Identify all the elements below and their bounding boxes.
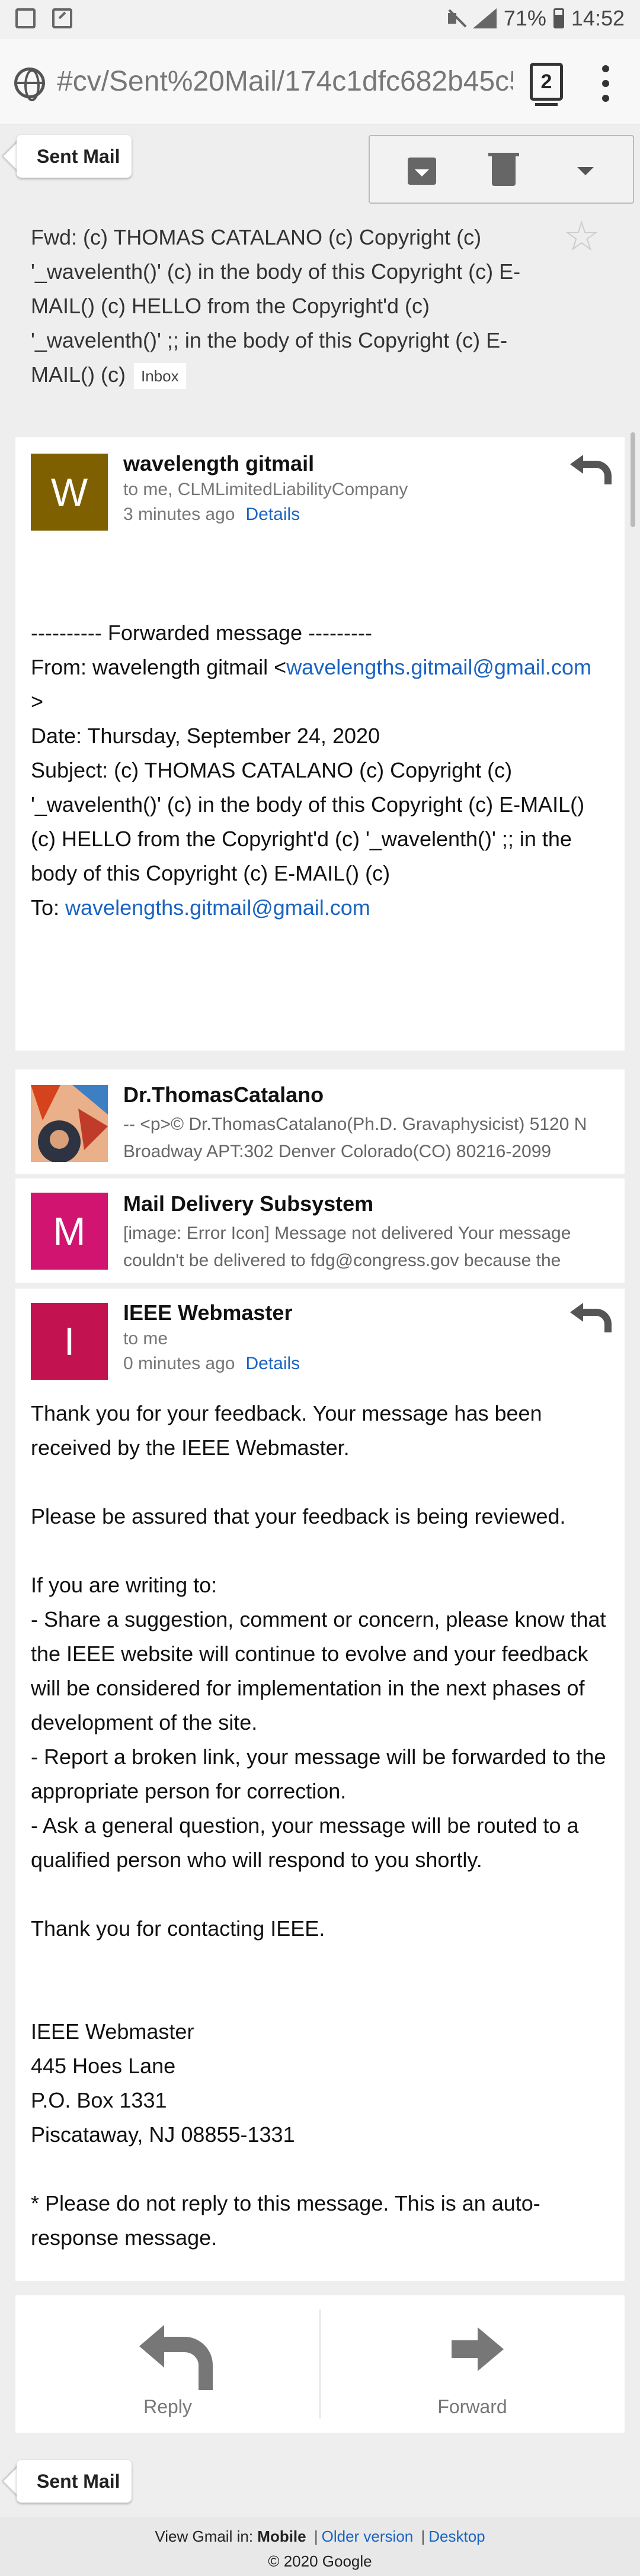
trash-icon[interactable] bbox=[488, 153, 519, 186]
sender-name[interactable]: IEEE Webmaster bbox=[123, 1300, 292, 1325]
status-right: 71% 14:52 bbox=[446, 6, 625, 31]
body-paragraph: If you are writing to: bbox=[31, 1573, 217, 1597]
from-line: From: wavelength gitmail <wavelengths.gi… bbox=[31, 650, 612, 719]
signature-line: 445 Hoes Lane bbox=[31, 2054, 176, 2078]
view-in-label: View Gmail in: bbox=[155, 2527, 254, 2545]
scrollbar-thumb[interactable] bbox=[631, 432, 635, 527]
back-to-sent-mail-button[interactable]: Sent Mail bbox=[17, 135, 132, 178]
gmail-footer: View Gmail in: Mobile | Older version | De… bbox=[0, 2517, 640, 2576]
body-bullet: - Report a broken link, your message wil… bbox=[31, 1745, 606, 1803]
signal-icon bbox=[472, 8, 497, 28]
mobile-view-current: Mobile bbox=[257, 2527, 306, 2545]
to-line: To: wavelengths.gitmail@gmail.com bbox=[31, 891, 612, 925]
body-paragraph: * Please do not reply to this message. T… bbox=[31, 2191, 540, 2250]
from-email-link[interactable]: wavelengths.gitmail@gmail.com bbox=[286, 655, 591, 679]
tab-switcher-button[interactable]: 2 bbox=[530, 63, 563, 106]
mute-icon bbox=[446, 8, 466, 28]
desktop-link[interactable]: Desktop bbox=[428, 2527, 485, 2545]
avatar-image bbox=[31, 1085, 108, 1162]
back-to-sent-mail-button[interactable]: Sent Mail bbox=[17, 2460, 132, 2503]
thread-header: Fwd: (c) THOMAS CATALANO (c) Copyright (… bbox=[0, 204, 640, 417]
message-time: 3 minutes ago bbox=[123, 505, 235, 524]
message-card-mail-delivery[interactable]: M Mail Delivery Subsystem [image: Error … bbox=[15, 1178, 625, 1283]
reply-icon bbox=[139, 2325, 213, 2390]
forward-label: Forward bbox=[437, 2396, 507, 2417]
older-version-link[interactable]: Older version bbox=[322, 2527, 414, 2545]
date-line: Date: Thursday, September 24, 2020 bbox=[31, 724, 380, 748]
forward-icon bbox=[452, 2327, 504, 2371]
details-link[interactable]: Details bbox=[245, 505, 300, 524]
to-email-link[interactable]: wavelengths.gitmail@gmail.com bbox=[65, 895, 370, 920]
separator: | bbox=[313, 2527, 318, 2545]
avatar: W bbox=[31, 454, 108, 531]
gallery-notification-icon bbox=[15, 8, 36, 28]
star-icon[interactable]: ☆ bbox=[563, 216, 604, 257]
sender-name[interactable]: wavelength gitmail bbox=[123, 451, 314, 476]
reply-forward-bar: Reply Forward bbox=[15, 2295, 625, 2433]
view-options: View Gmail in: Mobile | Older version | De… bbox=[0, 2527, 640, 2546]
forward-header: ---------- Forwarded message --------- bbox=[31, 621, 372, 645]
body-paragraph: Thank you for your feedback. Your messag… bbox=[31, 1401, 542, 1460]
body-bullet: - Ask a general question, your message w… bbox=[31, 1813, 579, 1872]
avatar: M bbox=[31, 1193, 108, 1270]
separator: | bbox=[421, 2527, 425, 2545]
clock: 14:52 bbox=[571, 6, 625, 30]
battery-icon bbox=[553, 8, 564, 28]
message-card-drthomascatalano[interactable]: Dr.ThomasCatalano -- <p>© Dr.ThomasCatal… bbox=[15, 1069, 625, 1174]
inbox-label-badge[interactable]: Inbox bbox=[133, 363, 186, 390]
signature-line: Piscataway, NJ 08855-1331 bbox=[31, 2122, 295, 2147]
message-snippet: -- <p>© Dr.ThomasCatalano(Ph.D. Gravaphy… bbox=[123, 1114, 587, 1161]
battery-percent: 71% bbox=[503, 6, 546, 30]
body-paragraph: Please be assured that your feedback is … bbox=[31, 1504, 566, 1528]
reply-icon[interactable] bbox=[570, 454, 612, 484]
details-link[interactable]: Details bbox=[245, 1354, 300, 1373]
avatar: I bbox=[31, 1303, 108, 1380]
chevron-down-icon[interactable] bbox=[577, 167, 594, 175]
message-time: 0 minutes ago bbox=[123, 1354, 235, 1373]
from-close: > bbox=[31, 689, 44, 714]
status-bar: 71% 14:52 bbox=[0, 0, 640, 39]
message-card-ieee-webmaster: I IEEE Webmaster to me 0 minutes ago Deta… bbox=[15, 1289, 625, 2281]
browser-toolbar: #cv/Sent%20Mail/174c1dfc682b45c5 2 bbox=[0, 39, 640, 124]
copyright: © 2020 Google bbox=[268, 2552, 372, 2570]
recipients: to me bbox=[123, 1329, 168, 1348]
recipients: to me, CLMLimitedLiabilityCompany bbox=[123, 480, 408, 499]
archive-icon[interactable] bbox=[408, 158, 436, 185]
to-label: To: bbox=[31, 895, 66, 920]
signature-line: IEEE Webmaster bbox=[31, 2019, 194, 2044]
expand-notification-icon bbox=[52, 8, 72, 28]
thread-subject: Fwd: (c) THOMAS CATALANO (c) Copyright (… bbox=[31, 220, 564, 392]
subject-line: Subject: (c) THOMAS CATALANO (c) Copyrig… bbox=[31, 758, 585, 885]
message-card-wavelength: W wavelength gitmail to me, CLMLimitedLi… bbox=[15, 437, 625, 1051]
subject-text: Fwd: (c) THOMAS CATALANO (c) Copyright (… bbox=[31, 225, 521, 387]
sender-name: Mail Delivery Subsystem bbox=[123, 1191, 374, 1216]
message-body: ---------- Forwarded message --------- F… bbox=[31, 616, 612, 925]
address-bar[interactable]: #cv/Sent%20Mail/174c1dfc682b45c5 bbox=[57, 65, 513, 98]
message-snippet: [image: Error Icon] Message not delivere… bbox=[123, 1223, 571, 1270]
body-bullet: - Share a suggestion, comment or concern… bbox=[31, 1607, 606, 1735]
status-left-icons bbox=[15, 8, 72, 28]
body-paragraph: Thank you for contacting IEEE. bbox=[31, 1916, 325, 1941]
signature-line: P.O. Box 1331 bbox=[31, 2088, 167, 2112]
message-body: Thank you for your feedback. Your messag… bbox=[31, 1396, 612, 2255]
from-label: From: wavelength gitmail < bbox=[31, 655, 287, 679]
message-time-row: 0 minutes ago Details bbox=[123, 1354, 300, 1374]
reply-label: Reply bbox=[143, 2396, 192, 2417]
avatar-photo bbox=[31, 1085, 108, 1162]
more-options-icon[interactable] bbox=[601, 65, 610, 102]
sender-name: Dr.ThomasCatalano bbox=[123, 1083, 324, 1107]
message-time-row: 3 minutes ago Details bbox=[123, 505, 300, 525]
globe-icon[interactable] bbox=[14, 68, 45, 101]
reply-icon[interactable] bbox=[570, 1302, 612, 1332]
forward-button[interactable]: Forward bbox=[320, 2295, 625, 2433]
reply-button[interactable]: Reply bbox=[15, 2295, 320, 2433]
thread-action-toolbar bbox=[369, 135, 634, 204]
